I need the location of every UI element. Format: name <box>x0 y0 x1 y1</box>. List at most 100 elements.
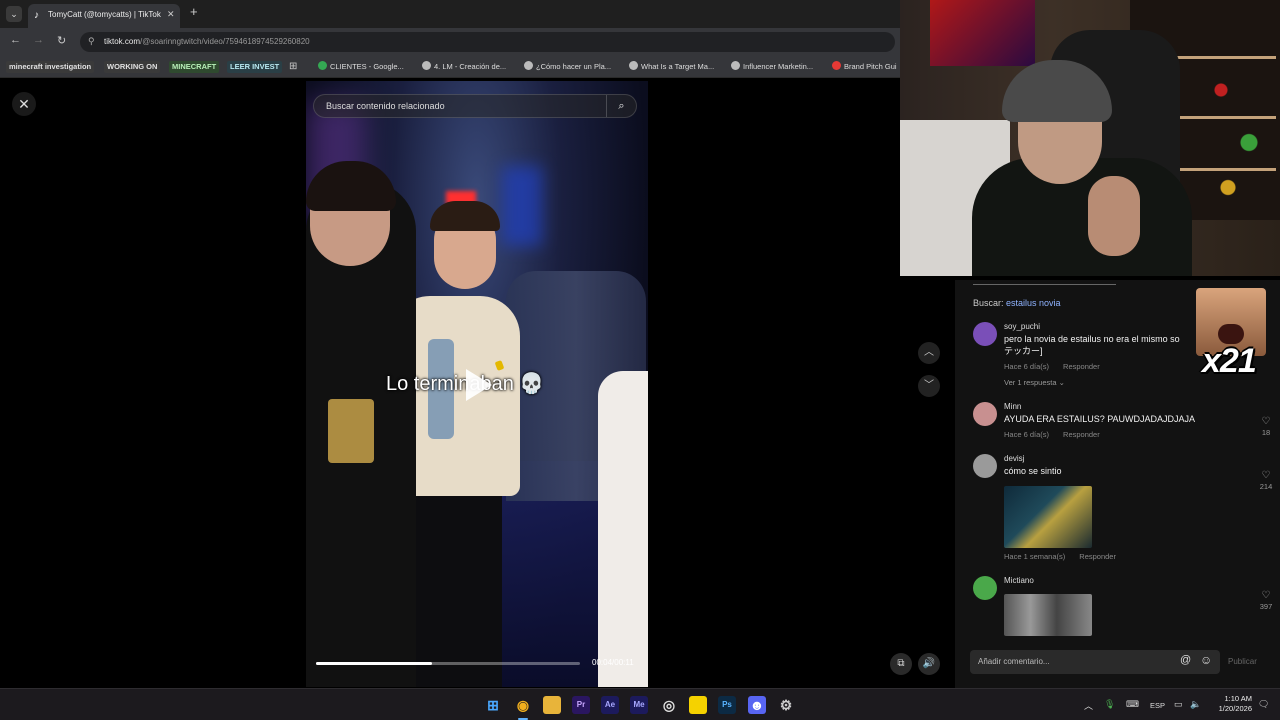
comment-item: devisj cómo se sintio Hace 1 semana(s) Re… <box>973 454 1273 564</box>
comment-input[interactable]: Añadir comentario... @ ☺ <box>970 650 1220 674</box>
site-info-icon[interactable]: ⚲ <box>88 36 95 47</box>
publish-button[interactable]: Publicar <box>1228 657 1257 666</box>
obs-app[interactable]: ◎ <box>660 696 678 714</box>
video-scene-person <box>430 201 500 231</box>
sticky-notes-app[interactable]: ■ <box>689 696 707 714</box>
video-progress-bar[interactable] <box>316 662 580 665</box>
keyboard-icon[interactable]: ⌨ <box>1126 699 1139 710</box>
like-button[interactable]: ♡ 18 <box>1255 416 1277 437</box>
show-hidden-icons-icon[interactable]: ︿ <box>1084 699 1093 712</box>
bookmark-favicon-icon <box>524 61 533 70</box>
reply-button[interactable]: Responder <box>1079 552 1116 561</box>
comment-meta: Hace 6 día(s) Responder <box>1004 362 1114 371</box>
play-icon[interactable] <box>466 369 492 401</box>
browser-tab-active[interactable]: ♪ TomyCatt (@tomycatts) | TikTok ✕ <box>28 4 180 28</box>
reaction-meme-image <box>1218 324 1244 344</box>
new-tab-button[interactable]: + <box>190 5 198 19</box>
heart-icon: ♡ <box>1261 416 1271 427</box>
after-effects-app[interactable]: Ae <box>601 696 619 714</box>
system-clock[interactable]: 1:10 AM 1/20/2026 <box>1208 694 1252 714</box>
like-count: 214 <box>1259 482 1273 491</box>
previous-video-button[interactable]: ︿ <box>918 342 940 364</box>
bookmark-item[interactable]: CLIENTES - Google... <box>318 61 404 73</box>
reply-button[interactable]: Responder <box>1063 362 1100 371</box>
floating-player-icon[interactable]: ⧉ <box>890 653 912 675</box>
bookmark-label: minecraft investigation <box>9 62 92 71</box>
next-video-button[interactable]: ﹀ <box>918 375 940 397</box>
discord-app[interactable]: ☻ <box>748 696 766 714</box>
bookmark-item[interactable]: minecraft investigation <box>6 61 95 73</box>
video-time: 00:04/00:11 <box>592 658 634 667</box>
comment-timestamp: Hace 1 semana(s) <box>1004 552 1066 561</box>
network-icon[interactable]: ▭ <box>1174 699 1183 710</box>
comment-text: pero la novia de estailus no era el mism… <box>1004 334 1180 344</box>
related-search-link[interactable]: Buscar: estailus novia <box>973 298 1061 308</box>
apps-grid-icon[interactable]: ⊞ <box>289 61 297 73</box>
tab-search-button[interactable]: ⌄ <box>6 6 22 22</box>
comment-image[interactable] <box>1004 594 1092 636</box>
like-button[interactable]: ♡ 214 <box>1255 470 1277 491</box>
address-bar[interactable]: ⚲ tiktok.com/@soarinngtwitch/video/75946… <box>80 32 895 52</box>
language-indicator[interactable]: ESP <box>1150 701 1165 710</box>
bookmark-item[interactable]: LEER INVEST <box>227 61 283 73</box>
comment-item: Minn AYUDA ERA ESTAILUS? PAUWDJADAJDJAJA… <box>973 402 1273 442</box>
related-search-label: Buscar: <box>973 298 1004 308</box>
bookmark-item[interactable]: 4. LM - Creación de... <box>422 61 506 73</box>
clock-time: 1:10 AM <box>1224 694 1252 703</box>
webcam-background <box>930 0 1035 66</box>
notification-icon[interactable]: 🗨 <box>1258 699 1269 710</box>
premiere-app[interactable]: Pr <box>572 696 590 714</box>
start-button[interactable]: ⊞ <box>484 696 502 714</box>
bookmark-item[interactable]: MINECRAFT <box>169 61 220 73</box>
microphone-icon[interactable]: 🎙 <box>1104 699 1115 710</box>
bookmark-label: LEER INVEST <box>230 62 280 71</box>
comment-username[interactable]: devisj <box>1004 454 1024 463</box>
bookmark-item[interactable]: Brand Pitch Gui <box>832 61 897 73</box>
comment-username[interactable]: soy_puchi <box>1004 322 1040 331</box>
avatar[interactable] <box>973 322 997 346</box>
tab-title: TomyCatt (@tomycatts) | TikTok <box>48 10 161 19</box>
comment-image[interactable] <box>1004 486 1092 548</box>
bookmark-favicon-icon <box>318 61 327 70</box>
tiktok-favicon-icon: ♪ <box>34 10 39 21</box>
chrome-app[interactable]: ◉ <box>514 696 532 714</box>
forward-arrow-icon[interactable]: → <box>33 34 44 46</box>
like-button[interactable]: ♡ 397 <box>1255 590 1277 611</box>
bookmark-label: Influencer Marketin... <box>743 62 814 71</box>
volume-tray-icon[interactable]: 🔈 <box>1190 699 1201 710</box>
emoji-icon[interactable]: ☺ <box>1200 653 1212 667</box>
avatar[interactable] <box>973 576 997 600</box>
bookmark-item[interactable]: ¿Cómo hacer un Pla... <box>524 61 611 73</box>
video-scene-cup <box>328 399 374 463</box>
bookmark-item[interactable]: Influencer Marketin... <box>731 61 813 73</box>
clock-date: 1/20/2026 <box>1218 704 1252 713</box>
reply-button[interactable]: Responder <box>1063 430 1100 439</box>
taskbar: ⊞ ◉ ▬ Pr Ae Me ◎ ■ Ps ☻ ⚙ ︿ 🎙 ⌨ ESP ▭ 🔈 1:10 AM 1/… <box>0 688 1280 720</box>
comment-username[interactable]: Minn <box>1004 402 1021 411</box>
search-icon[interactable]: ⌕ <box>606 95 636 117</box>
comment-meta: Hace 6 día(s) Responder <box>1004 430 1114 439</box>
comment-username[interactable]: Mictiano <box>1004 576 1034 585</box>
view-replies-button[interactable]: Ver 1 respuesta ⌄ <box>1004 378 1065 387</box>
mention-icon[interactable]: @ <box>1180 654 1191 666</box>
tab-close-icon[interactable]: ✕ <box>167 9 175 20</box>
avatar[interactable] <box>973 454 997 478</box>
media-encoder-app[interactable]: Me <box>630 696 648 714</box>
close-video-button[interactable]: ✕ <box>12 92 36 116</box>
avatar[interactable] <box>973 402 997 426</box>
settings-app[interactable]: ⚙ <box>777 696 795 714</box>
bookmark-label: Brand Pitch Gui <box>844 62 897 71</box>
bookmark-item[interactable]: WORKING ON <box>104 61 161 73</box>
webcam-overlay <box>900 0 1280 276</box>
volume-icon[interactable]: 🔊 <box>918 653 940 675</box>
related-search-input[interactable]: Buscar contenido relacionado ⌕ <box>313 94 637 118</box>
heart-icon: ♡ <box>1261 590 1271 601</box>
bookmark-favicon-icon <box>629 61 638 70</box>
reload-icon[interactable]: ↻ <box>57 34 66 47</box>
bookmark-item[interactable]: What Is a Target Ma... <box>629 61 714 73</box>
related-search-term[interactable]: estailus novia <box>1006 298 1061 308</box>
back-arrow-icon[interactable]: ← <box>10 34 21 46</box>
streamer <box>1088 176 1140 256</box>
photoshop-app[interactable]: Ps <box>718 696 736 714</box>
file-explorer-app[interactable]: ▬ <box>543 696 561 714</box>
